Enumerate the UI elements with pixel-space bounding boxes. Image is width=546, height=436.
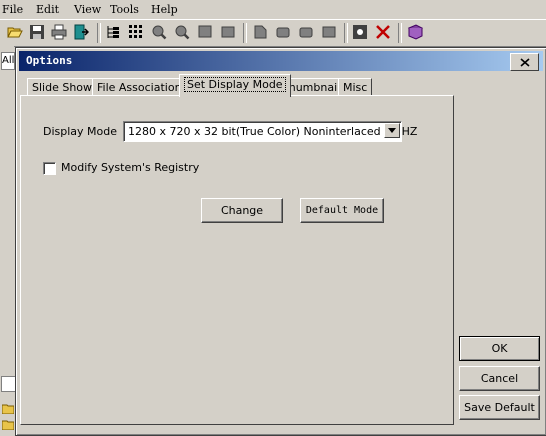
menu-bar: File Edit View Tools Help [0, 0, 546, 18]
cancel-button[interactable]: Cancel [459, 366, 540, 391]
save-icon[interactable] [28, 23, 46, 41]
dialog-title: Options [26, 54, 73, 67]
modify-registry-checkbox[interactable] [43, 162, 56, 175]
display-mode-select[interactable]: 1280 x 720 x 32 bit(True Color) Noninter… [123, 121, 417, 142]
menu-tools[interactable]: Tools [110, 3, 139, 16]
window-icon[interactable] [219, 23, 237, 41]
rotate-icon[interactable] [274, 23, 292, 41]
tools-icon[interactable] [374, 23, 392, 41]
ok-button-label: OK [491, 342, 508, 355]
display-mode-label: Display Mode [43, 125, 118, 138]
tab-label: Misc [343, 81, 368, 94]
tab-label: File Associations [97, 81, 188, 94]
background-filter-field[interactable]: All [1, 52, 15, 70]
cancel-button-label: Cancel [480, 372, 519, 385]
tab-set-display-mode[interactable]: Set Display Mode [179, 74, 291, 97]
menu-file[interactable]: File [2, 3, 23, 16]
toolbar-separator [97, 23, 101, 43]
open-folder-icon[interactable] [6, 23, 24, 41]
slideshow-icon[interactable] [320, 23, 338, 41]
toolbar-separator [243, 23, 247, 43]
dialog-titlebar[interactable]: Options [19, 51, 543, 71]
chevron-down-icon [388, 128, 396, 133]
save-default-button[interactable]: Save Default [459, 395, 540, 420]
toolbar-separator [398, 23, 402, 43]
tree-view-icon[interactable] [104, 23, 122, 41]
folder-icon [1, 404, 15, 417]
change-button-label: Change [220, 204, 264, 217]
menu-view[interactable]: View [74, 3, 101, 16]
tab-label: Set Display Mode [184, 77, 286, 92]
menu-edit[interactable]: Edit [36, 3, 59, 16]
book-icon[interactable] [406, 23, 424, 41]
print-icon[interactable] [50, 23, 68, 41]
change-button[interactable]: Change [201, 198, 283, 223]
close-button[interactable] [510, 53, 539, 71]
settings-icon[interactable] [351, 23, 369, 41]
display-mode-value: 1280 x 720 x 32 bit(True Color) Noninter… [128, 125, 418, 138]
dropdown-button[interactable] [384, 123, 400, 138]
tab-label: Slide Show [32, 81, 93, 94]
modify-registry-label[interactable]: Modify System's Registry [61, 161, 199, 174]
thumbnail-grid-icon[interactable] [127, 23, 145, 41]
toolbar [0, 19, 546, 47]
default-mode-button-label: Default Mode [305, 205, 379, 216]
default-mode-button[interactable]: Default Mode [300, 198, 384, 223]
zoom-in-icon[interactable] [150, 23, 168, 41]
save-default-button-label: Save Default [464, 401, 535, 414]
close-icon [519, 57, 530, 67]
copy-icon[interactable] [251, 23, 269, 41]
zoom-out-icon[interactable] [173, 23, 191, 41]
ok-button[interactable]: OK [459, 336, 540, 361]
folder-icon [1, 420, 15, 433]
tab-panel [20, 95, 454, 425]
fit-screen-icon[interactable] [196, 23, 214, 41]
background-view-icon [1, 376, 16, 392]
flip-icon[interactable] [297, 23, 315, 41]
exit-icon[interactable] [72, 23, 90, 41]
tab-label: Thumbnail [282, 81, 341, 94]
toolbar-separator [344, 23, 348, 43]
menu-help[interactable]: Help [151, 3, 178, 16]
